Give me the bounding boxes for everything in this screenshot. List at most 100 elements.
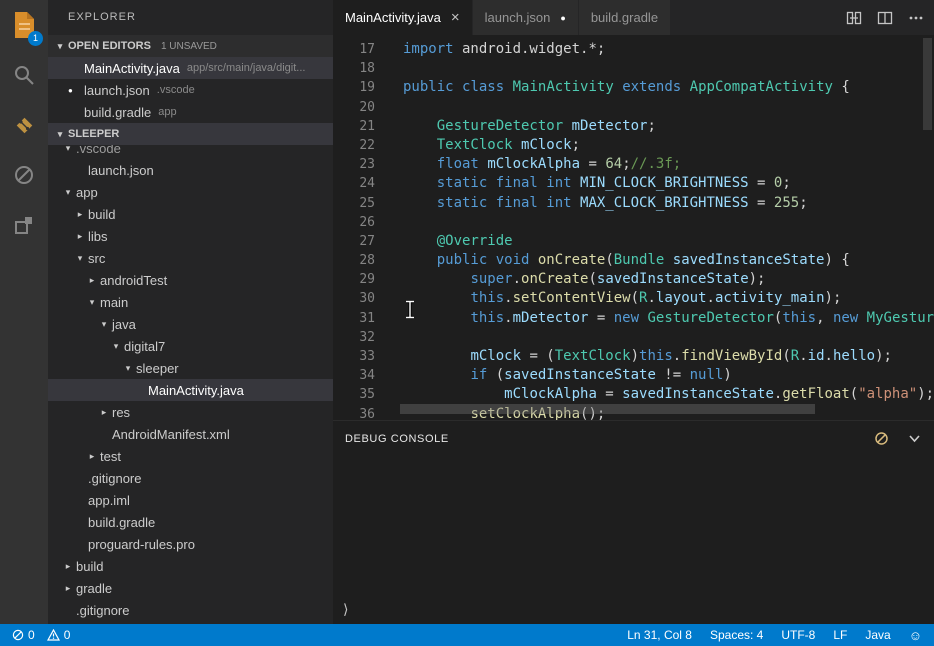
tree-item[interactable]: build.gradle [48, 511, 333, 533]
vertical-scrollbar[interactable] [923, 38, 932, 130]
tree-item-label: libs [88, 229, 108, 244]
tree-item[interactable]: app.iml [48, 489, 333, 511]
tree-item[interactable]: proguard-rules.pro [48, 533, 333, 555]
code-line: 34 if (savedInstanceState != null) [333, 366, 934, 385]
tree-item[interactable]: ▸build [48, 203, 333, 225]
editor-tab[interactable]: MainActivity.java × [333, 0, 473, 35]
tree-item-label: launch.json [88, 163, 154, 178]
editor-tab[interactable]: build.gradle [579, 0, 671, 35]
split-editor-icon[interactable] [877, 10, 893, 26]
tree-item[interactable]: ▾src [48, 247, 333, 269]
chevron-down-icon: ▾ [120, 363, 136, 374]
editor-tab[interactable]: launch.json● [473, 0, 579, 35]
tree-item[interactable]: ▾digital7 [48, 335, 333, 357]
line-number: 23 [333, 155, 375, 174]
line-number: 33 [333, 347, 375, 366]
close-icon[interactable]: × [451, 10, 460, 25]
line-number: 34 [333, 366, 375, 385]
explorer-button[interactable]: 1 [0, 0, 48, 50]
tree-item[interactable]: ▾app [48, 181, 333, 203]
code-text [375, 98, 403, 117]
eol[interactable]: LF [833, 628, 847, 642]
chevron-right-icon: ▸ [60, 583, 76, 594]
tree-item[interactable]: MainActivity.java [48, 379, 333, 401]
search-icon [12, 63, 36, 87]
panel-title[interactable]: DEBUG CONSOLE [345, 433, 449, 445]
indentation[interactable]: Spaces: 4 [710, 628, 763, 642]
cursor-position[interactable]: Ln 31, Col 8 [627, 628, 692, 642]
tree-item[interactable]: ▸libs [48, 225, 333, 247]
line-number: 22 [333, 136, 375, 155]
tree-item-label: AndroidManifest.xml [112, 427, 230, 442]
line-number: 30 [333, 289, 375, 308]
open-editors-header[interactable]: ▾ OPEN EDITORS 1 UNSAVED [48, 35, 333, 57]
line-number: 28 [333, 251, 375, 270]
line-number: 27 [333, 232, 375, 251]
language-mode[interactable]: Java [865, 628, 890, 642]
open-editor-item[interactable]: ●launch.json.vscode [48, 79, 333, 101]
open-changes-icon[interactable] [846, 10, 862, 26]
tree-item[interactable]: ▸build [48, 555, 333, 577]
chevron-down-icon: ▾ [108, 341, 124, 352]
code-line: 18 [333, 59, 934, 78]
chevron-down-icon: ▾ [84, 297, 100, 308]
tree-item[interactable]: ▸androidTest [48, 269, 333, 291]
workspace-section-header[interactable]: ▾ SLEEPER [48, 123, 333, 145]
code-line: 32 [333, 328, 934, 347]
tree-item[interactable]: ▸test [48, 445, 333, 467]
chevron-down-icon[interactable] [907, 431, 922, 446]
feedback-smiley-icon[interactable]: ☺ [909, 628, 922, 643]
code-text: TextClock mClock; [375, 136, 580, 155]
code-line: 20 [333, 98, 934, 117]
tree-item-label: java [112, 317, 136, 332]
extensions-icon [12, 213, 36, 237]
tree-item[interactable]: ▾main [48, 291, 333, 313]
horizontal-scrollbar[interactable] [400, 404, 815, 414]
search-button[interactable] [0, 50, 48, 100]
source-control-button[interactable] [0, 100, 48, 150]
code-line: 27 @Override [333, 232, 934, 251]
more-actions-icon[interactable] [908, 10, 924, 26]
warning-count: 0 [64, 628, 71, 642]
tree-item[interactable]: launch.json [48, 159, 333, 181]
code-line: 24 static final int MIN_CLOCK_BRIGHTNESS… [333, 174, 934, 193]
code-line: 22 TextClock mClock; [333, 136, 934, 155]
code-editor[interactable]: 17import android.widget.*;1819public cla… [333, 35, 934, 420]
tab-label: MainActivity.java [345, 10, 441, 25]
tree-item[interactable]: .gitignore [48, 599, 333, 621]
code-line: 23 float mClockAlpha = 64;//.3f; [333, 155, 934, 174]
tree-item-label: app [76, 185, 98, 200]
file-name: build.gradle [84, 105, 151, 120]
encoding[interactable]: UTF-8 [781, 628, 815, 642]
code-line: 21 GestureDetector mDetector; [333, 117, 934, 136]
open-editor-item[interactable]: MainActivity.javaapp/src/main/java/digit… [48, 57, 333, 79]
extensions-button[interactable] [0, 200, 48, 250]
debug-console-panel: DEBUG CONSOLE ⟩ [333, 420, 934, 624]
tree-item[interactable]: ▸res [48, 401, 333, 423]
code-text: GestureDetector mDetector; [375, 117, 656, 136]
tree-item[interactable]: .gitignore [48, 467, 333, 489]
debug-icon [12, 163, 36, 187]
line-number: 18 [333, 59, 375, 78]
tree-item[interactable]: ▾sleeper [48, 357, 333, 379]
debug-button[interactable] [0, 150, 48, 200]
tab-label: build.gradle [591, 10, 658, 25]
open-editor-item[interactable]: build.gradleapp [48, 101, 333, 123]
line-number: 31 [333, 309, 375, 328]
status-bar: 0 0 Ln 31, Col 8 Spaces: 4 UTF-8 LF Java ☺ [0, 624, 934, 646]
chevron-down-icon: ▾ [72, 253, 88, 264]
file-path: .vscode [157, 84, 195, 96]
tab-bar: MainActivity.java × launch.json● build.grad… [333, 0, 934, 35]
tree-item[interactable]: AndroidManifest.xml [48, 423, 333, 445]
error-count: 0 [28, 628, 35, 642]
tree-item[interactable]: ▾java [48, 313, 333, 335]
clear-console-icon[interactable] [874, 431, 889, 446]
errors-indicator[interactable]: 0 [12, 628, 35, 642]
warnings-indicator[interactable]: 0 [47, 628, 71, 642]
console-input-prompt[interactable]: ⟩ [343, 601, 348, 618]
code-text: @Override [375, 232, 513, 251]
chevron-down-icon: ▾ [52, 41, 68, 52]
tree-item-label: app.iml [88, 493, 130, 508]
file-name: MainActivity.java [84, 61, 180, 76]
tree-item[interactable]: ▸gradle [48, 577, 333, 599]
